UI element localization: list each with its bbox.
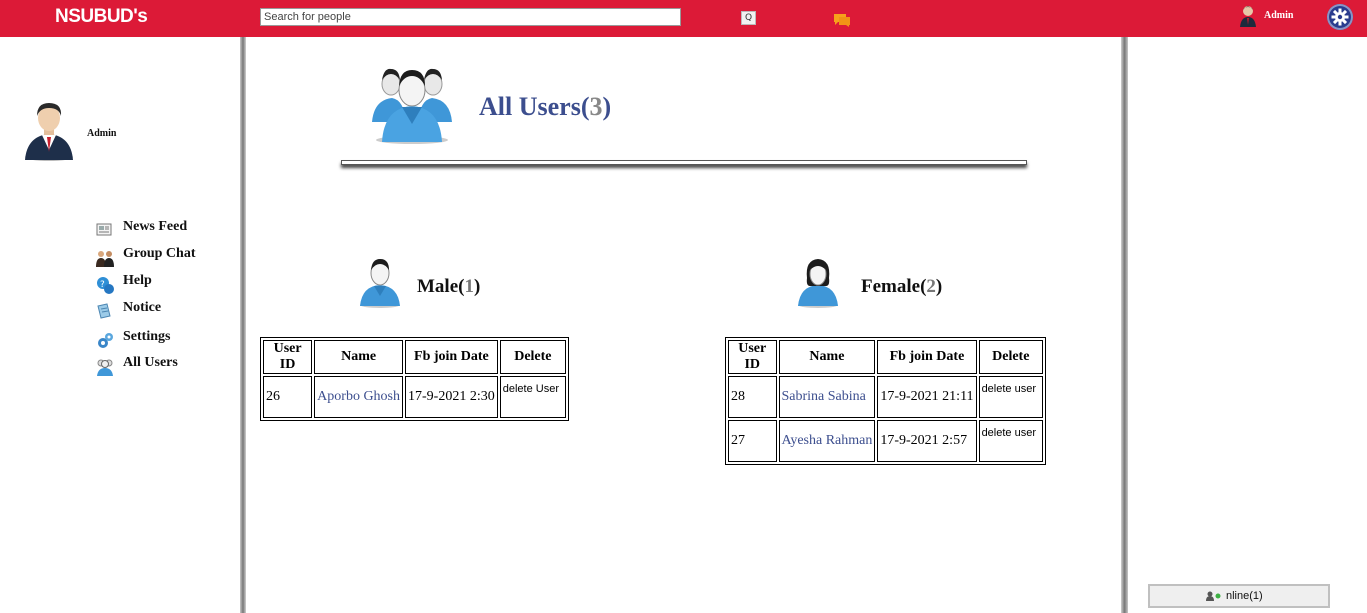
sidebar-item-label: All Users [123,355,178,370]
column-header: Fb join Date [405,340,498,374]
profile-name[interactable]: Admin [87,128,116,139]
app-logo[interactable]: NSUBUD's [55,6,148,28]
table-row: 28 Sabrina Sabina 17-9-2021 21:11 delete… [728,376,1043,418]
help-icon: ? [95,275,115,300]
online-count-label: nline(1) [1226,590,1263,602]
notice-icon [95,302,113,325]
user-id-cell: 28 [728,376,777,418]
male-section-title: Male(1) [417,276,481,297]
newspaper-icon [95,221,113,242]
user-name-link[interactable]: Ayesha Rahman [778,420,876,462]
sidebar-item-label: Group Chat [123,246,196,261]
sidebar-item-label: Help [123,273,152,288]
profile-avatar-icon[interactable] [22,100,76,167]
user-avatar-icon[interactable] [1239,5,1257,32]
settings-gear-button[interactable] [1327,4,1353,30]
sidebar-item-label: Notice [123,300,162,315]
settings-icon [95,331,115,356]
column-header: Name [778,340,876,374]
all-users-icon [95,357,115,382]
users-group-icon [368,62,456,149]
messages-icon[interactable] [832,13,852,34]
user-id-cell: 26 [263,376,313,418]
column-header: Delete [499,340,566,374]
online-user-icon [1206,591,1222,604]
female-user-icon [796,256,840,313]
search-input[interactable] [260,8,681,26]
sidebar-item-label: News Feed [123,219,188,234]
right-column-divider [1121,37,1128,613]
user-name-link[interactable]: Sabrina Sabina [778,376,876,418]
column-header: User ID [728,340,777,374]
user-id-cell: 27 [728,420,777,462]
title-divider [341,160,1027,165]
column-header: Fb join Date [877,340,977,374]
join-date-cell: 17-9-2021 21:11 [877,376,977,418]
delete-user-button[interactable]: delete user [978,376,1043,418]
male-users-table: User ID Name Fb join Date Delete 26 Apor… [260,337,569,421]
left-column-divider [240,37,246,613]
user-name-link[interactable]: Aporbo Ghosh [314,376,404,418]
join-date-cell: 17-9-2021 2:57 [877,420,977,462]
table-header-row: User ID Name Fb join Date Delete [728,340,1043,374]
delete-user-button[interactable]: delete user [978,420,1043,462]
female-users-table: User ID Name Fb join Date Delete 28 Sabr… [725,337,1046,465]
header-username[interactable]: Admin [1264,10,1293,21]
online-users-bar[interactable]: nline(1) [1148,584,1330,608]
table-row: 26 Aporbo Ghosh 17-9-2021 2:30 delete Us… [263,376,566,418]
gear-icon [1331,8,1349,26]
column-header: User ID [263,340,313,374]
search-button[interactable]: Q [741,11,756,25]
delete-user-button[interactable]: delete User [499,376,566,418]
page-title: All Users(3) [479,92,612,121]
female-section-title: Female(2) [861,276,943,297]
top-navbar: NSUBUD's Q Admin [0,0,1367,37]
table-header-row: User ID Name Fb join Date Delete [263,340,566,374]
group-chat-icon [95,248,115,273]
join-date-cell: 17-9-2021 2:30 [405,376,498,418]
table-row: 27 Ayesha Rahman 17-9-2021 2:57 delete u… [728,420,1043,462]
column-header: Name [314,340,404,374]
male-user-icon [358,256,402,313]
column-header: Delete [978,340,1043,374]
sidebar-item-label: Settings [123,329,171,344]
